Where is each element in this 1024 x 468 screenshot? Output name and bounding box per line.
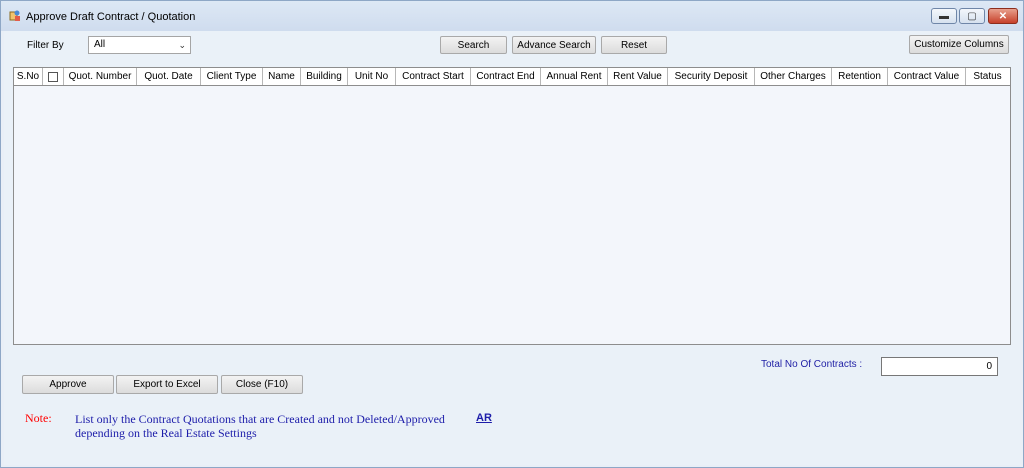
approve-button[interactable]: Approve xyxy=(22,375,114,394)
total-contracts-field: 0 xyxy=(881,357,998,376)
app-window: Approve Draft Contract / Quotation ▬ ▢ ✕… xyxy=(0,0,1024,468)
ar-link[interactable]: AR xyxy=(476,412,492,424)
col-quot-date[interactable]: Quot. Date xyxy=(137,68,201,85)
chevron-down-icon: ⌄ xyxy=(178,40,186,50)
col-contract-start[interactable]: Contract Start xyxy=(396,68,471,85)
advance-search-button[interactable]: Advance Search xyxy=(512,36,596,54)
app-icon xyxy=(9,10,20,21)
window-title: Approve Draft Contract / Quotation xyxy=(26,11,196,23)
filter-by-value: All xyxy=(94,39,106,50)
col-quot-number[interactable]: Quot. Number xyxy=(64,68,137,85)
col-retention[interactable]: Retention xyxy=(832,68,888,85)
col-security-deposit[interactable]: Security Deposit xyxy=(668,68,755,85)
col-other-charges[interactable]: Other Charges xyxy=(755,68,832,85)
col-status[interactable]: Status xyxy=(966,68,1009,85)
title-bar: Approve Draft Contract / Quotation ▬ ▢ ✕ xyxy=(1,1,1023,31)
minimize-button[interactable]: ▬ xyxy=(931,8,957,24)
col-contract-end[interactable]: Contract End xyxy=(471,68,541,85)
col-unit-no[interactable]: Unit No xyxy=(348,68,396,85)
filter-by-select[interactable]: All ⌄ xyxy=(88,36,191,54)
col-select-all[interactable] xyxy=(43,68,64,85)
col-rent-value[interactable]: Rent Value xyxy=(608,68,668,85)
reset-button[interactable]: Reset xyxy=(601,36,667,54)
search-button[interactable]: Search xyxy=(440,36,507,54)
note-label: Note: xyxy=(25,411,52,425)
total-contracts-label: Total No Of Contracts : xyxy=(761,359,863,370)
export-to-excel-button[interactable]: Export to Excel xyxy=(116,375,218,394)
filter-by-label: Filter By xyxy=(27,40,64,51)
close-button[interactable]: Close (F10) xyxy=(221,375,303,394)
col-sno[interactable]: S.No xyxy=(14,68,43,85)
note-text: List only the Contract Quotations that a… xyxy=(75,412,445,440)
col-client-type[interactable]: Client Type xyxy=(201,68,263,85)
close-window-button[interactable]: ✕ xyxy=(988,8,1018,24)
select-all-checkbox[interactable] xyxy=(48,71,58,82)
col-name[interactable]: Name xyxy=(263,68,301,85)
contracts-grid[interactable]: S.No Quot. Number Quot. Date Client Type… xyxy=(13,67,1011,345)
col-annual-rent[interactable]: Annual Rent xyxy=(541,68,608,85)
maximize-button[interactable]: ▢ xyxy=(959,8,985,24)
col-contract-value[interactable]: Contract Value xyxy=(888,68,966,85)
customize-columns-button[interactable]: Customize Columns xyxy=(909,35,1009,54)
col-building[interactable]: Building xyxy=(301,68,348,85)
grid-header: S.No Quot. Number Quot. Date Client Type… xyxy=(14,68,1010,86)
client-area: Filter By All ⌄ Search Advance Search Re… xyxy=(4,31,1020,465)
